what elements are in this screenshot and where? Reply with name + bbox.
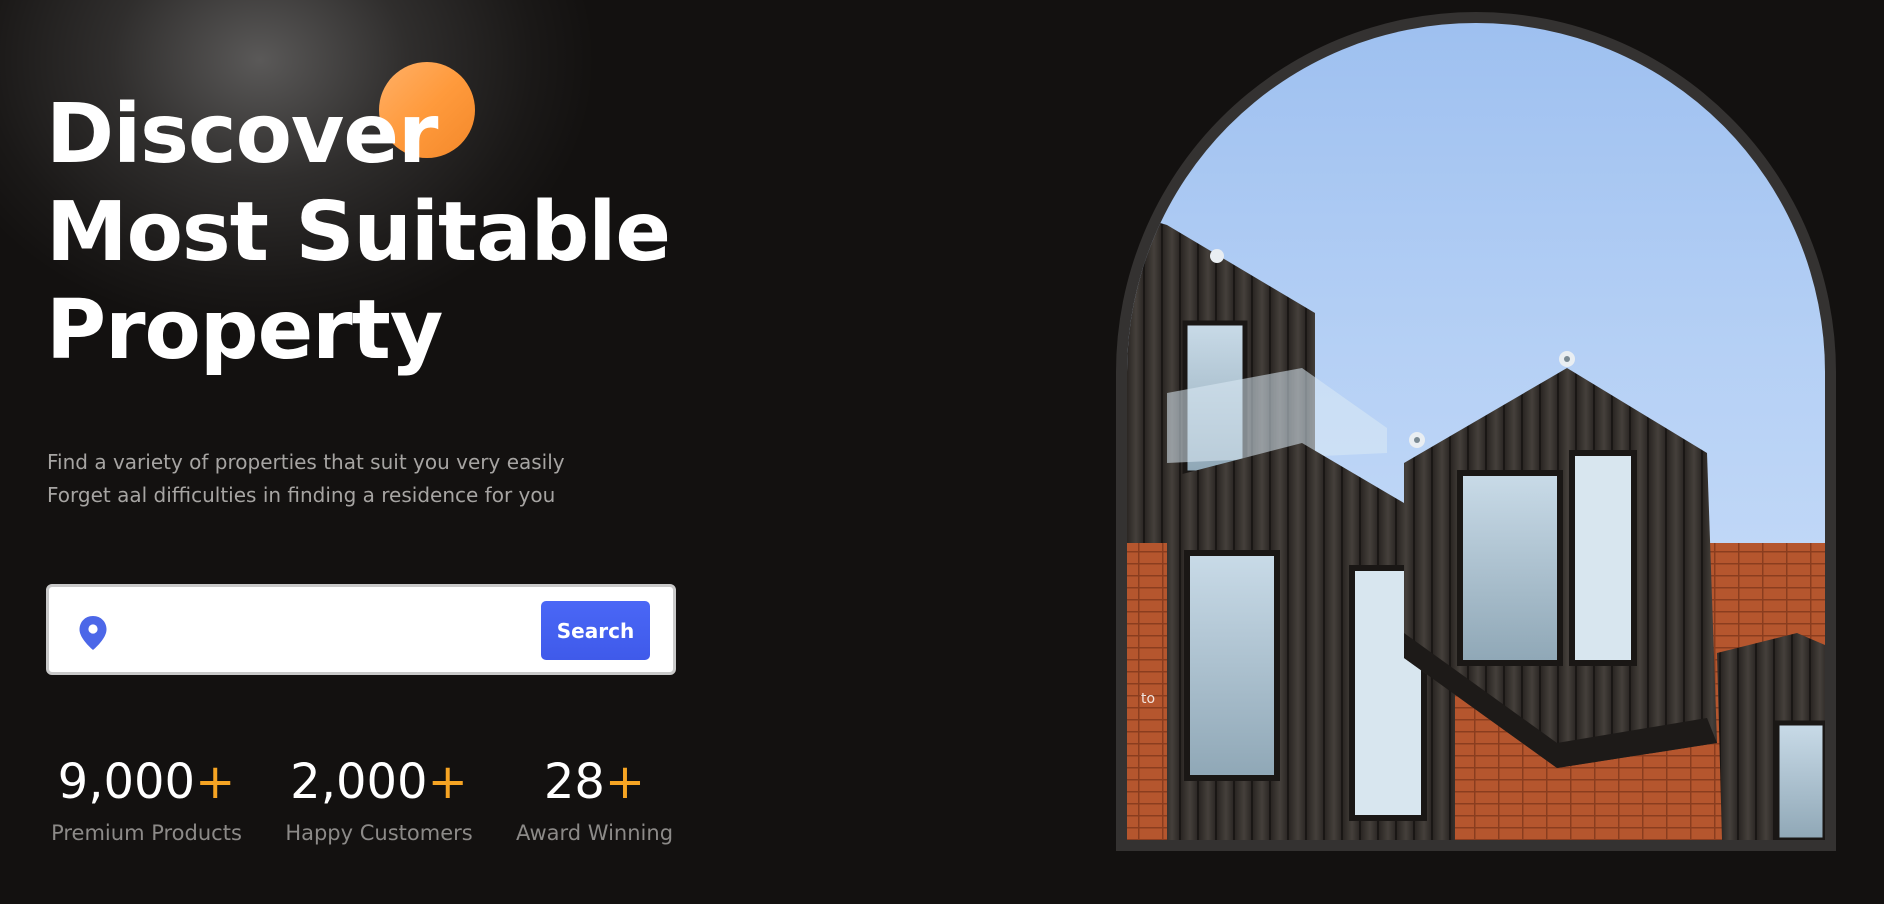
hero-subtitle-line: Forget aal difficulties in finding a res… — [47, 483, 556, 507]
stat-label: Premium Products — [51, 821, 242, 845]
stat-number: 2,000 — [290, 754, 428, 810]
property-photo: to — [1127, 23, 1825, 840]
stat-award-winning: 28+ Award Winning — [513, 752, 676, 848]
hero-title-line: Most Suitable — [46, 185, 671, 280]
stat-number: 28 — [543, 754, 605, 810]
image-overlay-text: to — [1141, 691, 1156, 707]
search-button[interactable]: Search — [541, 601, 650, 660]
stat-plus: + — [427, 754, 468, 810]
stat-label: Award Winning — [515, 821, 674, 845]
location-pin-icon — [79, 616, 107, 650]
hero-title-line: Property — [46, 283, 443, 378]
hero-subtitle-line: Find a variety of properties that suit y… — [47, 450, 565, 474]
hero-title: Discover Most Suitable Property — [46, 86, 671, 380]
stat-premium-products: 9,000+ Premium Products — [47, 752, 246, 848]
hero-image-frame: to — [1116, 12, 1836, 851]
stat-number: 9,000 — [57, 754, 196, 810]
stat-plus: + — [195, 754, 236, 810]
stat-value: 9,000+ — [47, 752, 246, 812]
stat-value: 2,000+ — [281, 752, 477, 812]
stat-happy-customers: 2,000+ Happy Customers — [281, 752, 477, 848]
stat-label: Happy Customers — [285, 821, 473, 845]
stat-value: 28+ — [513, 752, 676, 812]
hero-subtitle: Find a variety of properties that suit y… — [47, 446, 565, 512]
stat-plus: + — [604, 754, 646, 810]
location-search-input[interactable] — [129, 609, 553, 653]
location-search-bar: Search — [46, 584, 676, 675]
building-illustration — [1127, 213, 1825, 840]
hero-title-line: Discover — [46, 87, 438, 182]
